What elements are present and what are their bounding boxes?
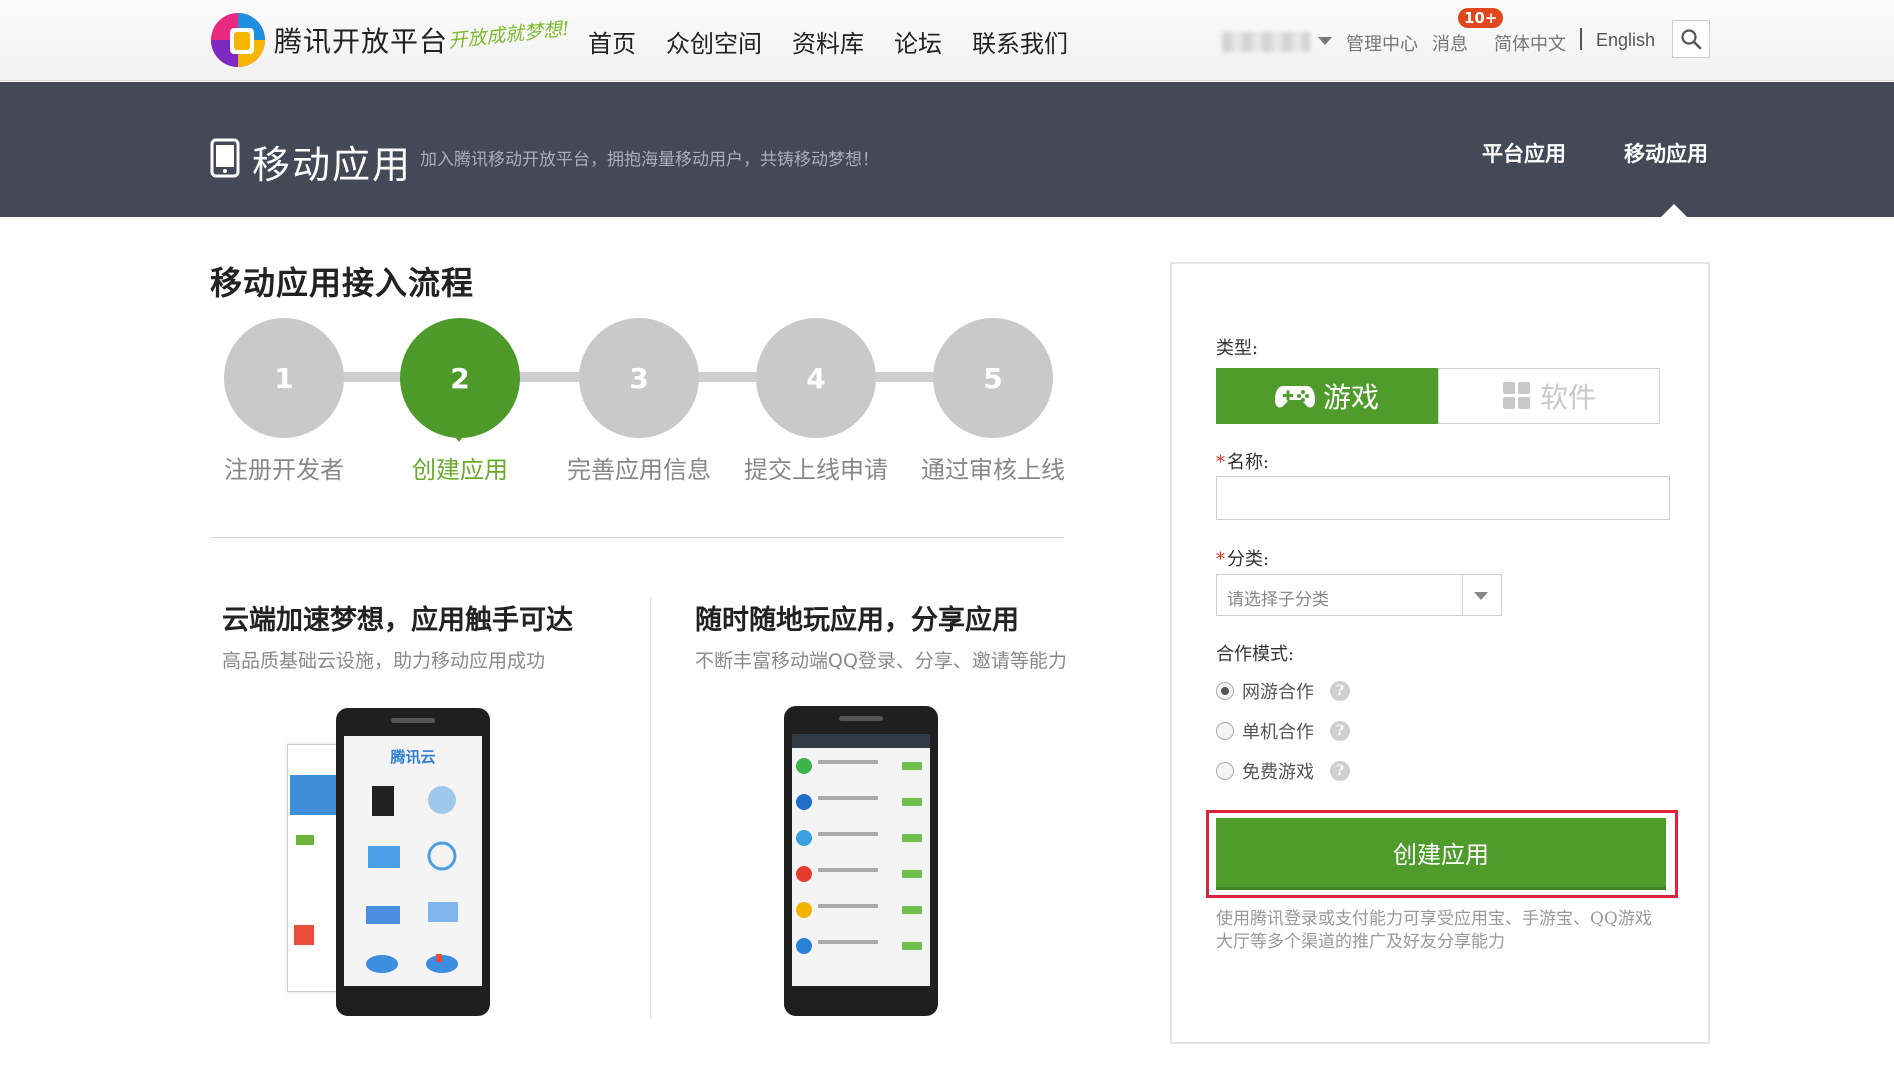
feature-share-desc: 不断丰富移动端QQ登录、分享、邀请等能力 — [695, 650, 1067, 672]
message-count-badge: 10+ — [1458, 8, 1504, 28]
tab-mobile-apps[interactable]: 移动应用 — [1624, 138, 1708, 168]
name-label: * 名称: — [1216, 448, 1269, 474]
step-1-circle: 1 — [224, 318, 344, 438]
step-2-circle: 2 — [400, 318, 520, 438]
mode-online-label: 网游合作 — [1242, 682, 1314, 703]
step-2-label: 创建应用 — [412, 456, 508, 484]
step-4-label: 提交上线申请 — [744, 456, 888, 484]
brand-name[interactable]: 腾讯开放平台 — [274, 20, 448, 60]
nav-maker-space[interactable]: 众创空间 — [666, 24, 762, 59]
search-button[interactable] — [1672, 20, 1710, 58]
section-divider — [210, 537, 1064, 538]
mode-single-label: 单机合作 — [1242, 722, 1314, 743]
top-navbar: 腾讯开放平台 开放成就梦想! 首页 众创空间 资料库 论坛 联系我们 管理中心 … — [0, 0, 1894, 81]
lang-divider — [1580, 28, 1582, 50]
step-5-circle: 5 — [933, 318, 1053, 438]
nav-home[interactable]: 首页 — [588, 24, 636, 59]
mode-free-label: 免费游戏 — [1242, 762, 1314, 783]
radio-online[interactable] — [1216, 682, 1234, 700]
cloud-service-icons — [366, 786, 458, 973]
type-label: 类型: — [1216, 338, 1259, 359]
feature-divider — [650, 598, 651, 1018]
page-banner: 移动应用 加入腾讯移动开放平台，拥抱海量移动用户，共铸移动梦想！ 平台应用 移动… — [0, 82, 1894, 218]
page-title: 移动应用 — [252, 143, 413, 187]
app-list-icons — [796, 758, 922, 954]
category-label: * 分类: — [1216, 545, 1269, 571]
category-select[interactable]: 请选择子分类 — [1216, 574, 1502, 616]
select-divider — [1462, 575, 1463, 615]
required-mark: * — [1216, 452, 1225, 473]
type-software-label: 软件 — [1539, 381, 1596, 414]
active-step-pointer — [447, 426, 471, 442]
category-label-text: 分类: — [1227, 549, 1270, 570]
radio-free[interactable] — [1216, 762, 1234, 780]
category-placeholder: 请选择子分类 — [1227, 590, 1329, 610]
chevron-down-icon — [1474, 592, 1488, 600]
tencent-open-logo-icon[interactable] — [208, 10, 268, 70]
feature-cloud-desc: 高品质基础云设施，助力移动应用成功 — [222, 650, 546, 672]
radio-single[interactable] — [1216, 722, 1234, 740]
phone-share-image — [784, 706, 938, 1016]
step-4-circle: 4 — [756, 318, 876, 438]
help-icon[interactable]: ? — [1330, 761, 1350, 781]
type-software-tab[interactable]: 软件 — [1438, 368, 1660, 424]
step-3-circle: 3 — [579, 318, 699, 438]
nav-docs[interactable]: 资料库 — [792, 24, 864, 59]
page-subtitle: 加入腾讯移动开放平台，拥抱海量移动用户，共铸移动梦想！ — [420, 150, 879, 170]
feature-share-title: 随时随地玩应用，分享应用 — [695, 605, 1019, 636]
nav-forum[interactable]: 论坛 — [894, 24, 942, 59]
type-game-label: 游戏 — [1322, 381, 1379, 414]
lang-en-link[interactable]: English — [1596, 30, 1655, 51]
feature-cloud-title: 云端加速梦想，应用触手可达 — [222, 605, 573, 636]
app-name-input[interactable] — [1216, 476, 1670, 520]
step-3-label: 完善应用信息 — [567, 456, 711, 484]
type-game-tab[interactable]: 游戏 — [1216, 368, 1438, 424]
tab-platform-apps[interactable]: 平台应用 — [1482, 138, 1566, 168]
active-tab-indicator — [1660, 204, 1688, 218]
step-5-label: 通过审核上线 — [921, 456, 1065, 484]
user-name-blurred[interactable] — [1222, 32, 1310, 52]
name-label-text: 名称: — [1227, 452, 1270, 473]
main-nav: 首页 众创空间 资料库 论坛 联系我们 — [588, 24, 1098, 59]
cloud-brand-text: 腾讯云 — [390, 748, 436, 766]
create-app-note: 使用腾讯登录或支付能力可享受应用宝、手游宝、QQ游戏大厅等多个渠道的推广及好友分… — [1216, 909, 1652, 952]
mode-option-online[interactable]: 网游合作 ? — [1216, 678, 1350, 704]
gamepad-icon — [1274, 386, 1315, 408]
required-mark: * — [1216, 549, 1225, 570]
create-app-button[interactable]: 创建应用 — [1216, 818, 1666, 890]
mobile-phone-icon — [210, 138, 240, 178]
nav-contact[interactable]: 联系我们 — [972, 24, 1068, 59]
mode-label: 合作模式: — [1216, 644, 1295, 665]
phone-cloud-image: 腾讯云 — [336, 708, 490, 1016]
chevron-down-icon[interactable] — [1318, 37, 1332, 45]
messages-link[interactable]: 消息 — [1432, 30, 1468, 56]
mode-option-single[interactable]: 单机合作 ? — [1216, 718, 1350, 744]
lang-zh-link[interactable]: 简体中文 — [1494, 30, 1566, 56]
process-title: 移动应用接入流程 — [210, 264, 475, 302]
brand-slogan: 开放成就梦想! — [447, 17, 571, 53]
mode-option-free[interactable]: 免费游戏 ? — [1216, 758, 1350, 784]
help-icon[interactable]: ? — [1330, 681, 1350, 701]
search-icon — [1681, 29, 1702, 50]
help-icon[interactable]: ? — [1330, 721, 1350, 741]
grid-apps-icon — [1502, 382, 1530, 409]
step-1-label: 注册开发者 — [224, 456, 344, 484]
manage-center-link[interactable]: 管理中心 — [1346, 30, 1418, 56]
